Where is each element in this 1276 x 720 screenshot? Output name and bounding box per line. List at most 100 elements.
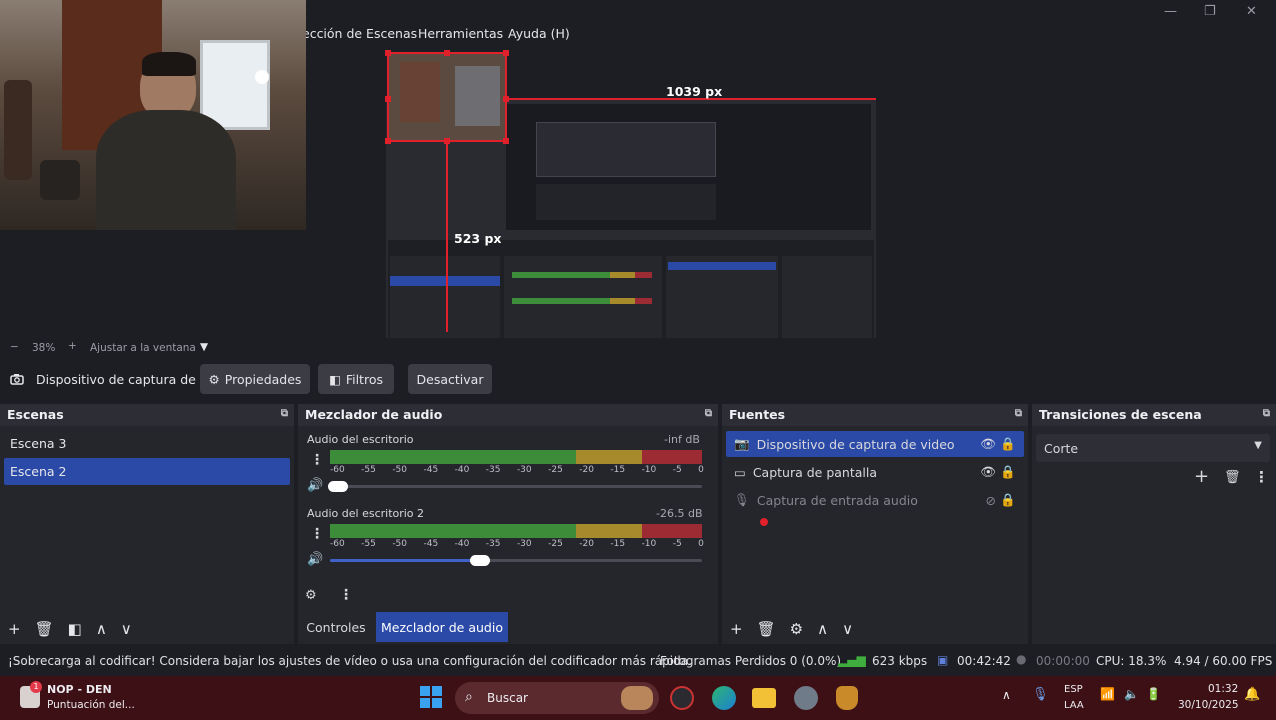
tab-controls[interactable]: Controles: [298, 612, 374, 642]
eye-off-icon[interactable]: ⊘: [986, 493, 996, 508]
tab-audio-mixer[interactable]: Mezclador de audio: [376, 612, 508, 642]
selected-source-name: Dispositivo de captura de v: [36, 372, 208, 387]
zoom-value: 38%: [32, 342, 56, 354]
source-label: Captura de pantalla: [752, 464, 878, 480]
move-down-icon[interactable]: ∨: [121, 620, 132, 638]
filter-icon: ◧: [329, 371, 341, 387]
chevron-up-icon[interactable]: ∧: [1002, 688, 1011, 702]
settings-app-icon[interactable]: [794, 686, 818, 710]
undock-icon[interactable]: ⧉: [1015, 408, 1022, 419]
trash-icon[interactable]: 🗑: [757, 620, 776, 638]
trash-icon[interactable]: 🗑: [35, 620, 54, 638]
filters-button[interactable]: ◧ Filtros: [318, 364, 394, 394]
microphone-icon[interactable]: 🎙: [1032, 687, 1049, 702]
add-transition-icon[interactable]: +: [1194, 466, 1209, 487]
taskbar-search-box[interactable]: ⌕ Buscar: [455, 682, 659, 714]
source-item-screen-capture[interactable]: ▭ Captura de pantalla 👁 🔒: [726, 459, 1024, 485]
channel-2-slider-fill: [330, 559, 480, 562]
zoom-out-button[interactable]: −: [10, 341, 19, 353]
eye-icon[interactable]: 👁: [980, 436, 996, 452]
channel-2-slider-handle[interactable]: [470, 555, 490, 566]
eye-icon[interactable]: 👁: [980, 464, 996, 480]
menu-scene-collection[interactable]: ección de Escenas: [302, 26, 417, 41]
sources-dock-header: Fuentes ⧉: [722, 404, 1028, 426]
scene-item-escena-2[interactable]: Escena 2: [4, 458, 290, 485]
scene-item-escena-3[interactable]: Escena 3: [4, 430, 290, 457]
language-bottom[interactable]: LAA: [1064, 700, 1084, 711]
lock-icon[interactable]: 🔒: [1000, 464, 1016, 480]
channel-2-name: Audio del escritorio 2: [307, 507, 425, 520]
advanced-audio-icon[interactable]: ⚙: [305, 588, 317, 603]
clock-time[interactable]: 01:32: [1208, 683, 1238, 695]
volume-icon[interactable]: 🔈: [1124, 687, 1139, 701]
height-measure-label: 523 px: [454, 231, 502, 246]
trash-icon[interactable]: 🗑: [1224, 470, 1241, 485]
move-down-icon[interactable]: ∨: [842, 620, 853, 638]
mixer-menu-icon[interactable]: ⋮: [339, 587, 353, 603]
wifi-icon[interactable]: 📶: [1100, 687, 1115, 701]
sources-title: Fuentes: [729, 407, 786, 422]
file-explorer-icon[interactable]: [752, 688, 776, 708]
scene-filter-icon[interactable]: ◧: [68, 620, 82, 638]
clock-date[interactable]: 30/10/2025: [1178, 699, 1239, 711]
transitions-dock-header: Transiciones de escena ⧉: [1032, 404, 1276, 426]
channel-1-slider-handle[interactable]: [328, 481, 348, 492]
lock-icon[interactable]: 🔒: [1000, 436, 1016, 452]
minimize-button[interactable]: —: [1164, 4, 1177, 19]
scenes-toolbar: + 🗑 ◧ ∧ ∨: [0, 614, 294, 644]
gear-icon[interactable]: ⚙: [790, 620, 803, 638]
camera-icon: [10, 374, 24, 385]
cpu-usage: CPU: 18.3%: [1096, 654, 1167, 668]
record-time: 00:42:42: [957, 654, 1011, 668]
lock-icon[interactable]: 🔒: [1000, 492, 1016, 508]
channel-2-menu-icon[interactable]: ⋮: [310, 526, 324, 542]
notification-center-icon[interactable]: 🔔: [1244, 687, 1260, 702]
encoding-warning: ¡Sobrecarga al codificar! Considera baja…: [8, 654, 692, 668]
zoom-bar: − 38% + Ajustar a la ventana ▼: [0, 338, 1276, 358]
channel-1-meter: [330, 450, 702, 464]
properties-button[interactable]: ⚙ Propiedades: [200, 364, 310, 394]
add-source-icon[interactable]: +: [730, 620, 743, 638]
language-top[interactable]: ESP: [1064, 684, 1083, 695]
stream-time: 00:00:00: [1036, 654, 1090, 668]
zoom-in-button[interactable]: +: [68, 340, 77, 352]
speaker-icon[interactable]: 🔊: [307, 552, 323, 567]
obs-app-icon[interactable]: [670, 686, 694, 710]
edge-browser-icon[interactable]: [712, 686, 736, 710]
maximize-button[interactable]: ❐: [1204, 4, 1216, 19]
undock-icon[interactable]: ⧉: [1263, 408, 1270, 419]
close-button[interactable]: ✕: [1246, 4, 1257, 19]
battery-icon[interactable]: 🔋: [1146, 687, 1161, 701]
zoom-dropdown-icon[interactable]: ▼: [200, 341, 208, 353]
add-scene-icon[interactable]: +: [8, 620, 21, 638]
undock-icon[interactable]: ⧉: [281, 408, 288, 419]
windows-start-icon[interactable]: [420, 686, 442, 708]
camera-icon: 📷: [734, 436, 750, 451]
source-label: Captura de entrada audio: [756, 492, 918, 508]
channel-1-volume-slider[interactable]: [330, 485, 702, 488]
bitrate: 623 kbps: [872, 654, 928, 668]
deactivate-button[interactable]: Desactivar: [408, 364, 492, 394]
notification-title: NOP - DEN: [47, 683, 112, 696]
fit-window-label[interactable]: Ajustar a la ventana: [90, 342, 196, 354]
move-up-icon[interactable]: ∧: [96, 620, 107, 638]
menu-tools[interactable]: Herramientas: [418, 26, 503, 41]
transition-select[interactable]: Corte ▼: [1036, 434, 1270, 462]
mixer-dock-header: Mezclador de audio ⧉: [298, 404, 718, 426]
menu-help[interactable]: Ayuda (H): [508, 26, 570, 41]
notification-subtitle: Puntuación del...: [47, 699, 135, 711]
undock-icon[interactable]: ⧉: [705, 408, 712, 419]
stream-icon: ●: [1016, 652, 1027, 666]
speaker-icon[interactable]: 🔊: [307, 478, 323, 493]
source-label: Dispositivo de captura de video: [756, 436, 955, 452]
source-item-video-capture[interactable]: 📷 Dispositivo de captura de video 👁 🔒: [726, 431, 1024, 457]
search-highlight-icon: [621, 686, 653, 710]
scenes-dock-header: Escenas ⧉: [0, 404, 294, 426]
source-item-audio-input[interactable]: 🎙 Captura de entrada audio ⊘ 🔒: [726, 487, 1024, 513]
move-up-icon[interactable]: ∧: [817, 620, 828, 638]
chevron-down-icon: ▼: [1254, 440, 1262, 451]
shield-app-icon[interactable]: [836, 686, 858, 710]
channel-1-menu-icon[interactable]: ⋮: [310, 452, 324, 468]
microphone-icon: 🎙: [734, 492, 750, 507]
transition-menu-icon[interactable]: ⋮: [1254, 468, 1269, 486]
